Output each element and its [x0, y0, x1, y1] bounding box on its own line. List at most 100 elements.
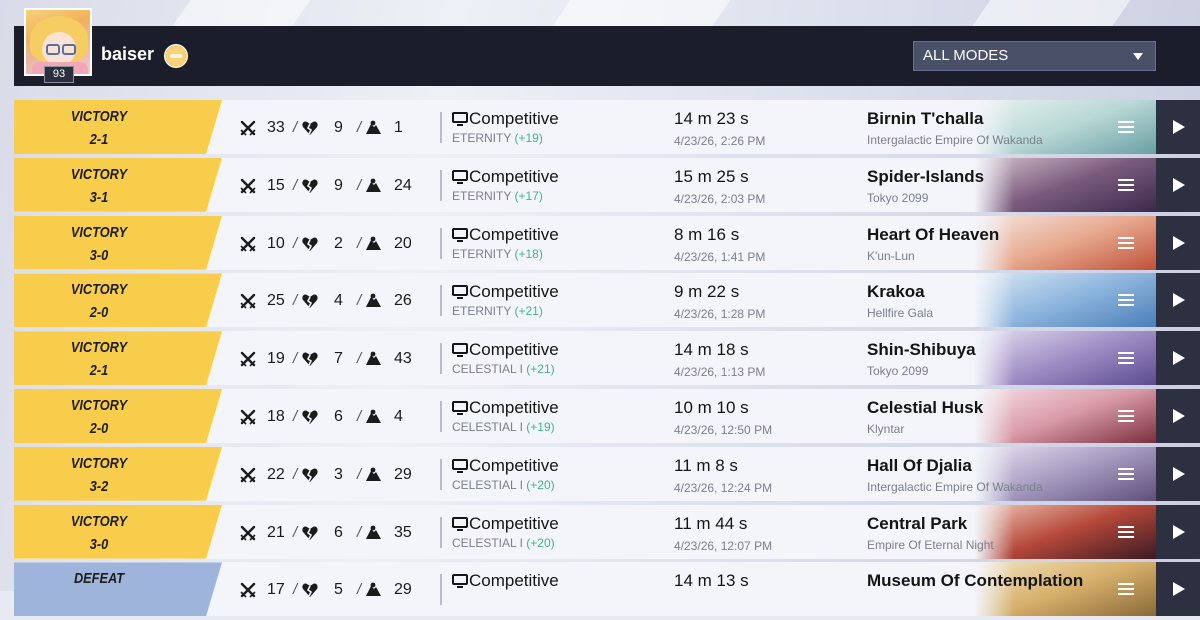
deaths-broken-heart-icon [301, 177, 319, 195]
play-replay-button[interactable] [1156, 446, 1200, 501]
monitor-icon [452, 400, 468, 416]
play-replay-button[interactable] [1156, 562, 1200, 617]
menu-icon[interactable] [1118, 409, 1134, 422]
match-row[interactable]: VICTORY 3-0 21 / 6 / 35 Competitive CELE… [14, 504, 1200, 559]
menu-icon[interactable] [1118, 121, 1134, 133]
kills-value: 22 [267, 465, 285, 483]
match-row[interactable]: VICTORY 3-0 10 / 2 / 20 Competitive ETER… [14, 215, 1200, 270]
menu-icon[interactable] [1118, 294, 1134, 307]
menu-icon[interactable] [1118, 525, 1134, 538]
match-rank: ETERNITY (+19) [452, 131, 543, 145]
column-divider [440, 400, 442, 432]
kills-value: 10 [267, 234, 285, 252]
kills-value: 33 [267, 119, 285, 136]
map-region: Tokyo 2099 [867, 364, 929, 379]
match-score: 2-1 [89, 131, 109, 148]
stat-separator: / [293, 350, 298, 368]
deaths-broken-heart-icon [301, 466, 319, 484]
match-duration: 14 m 18 s [674, 340, 749, 360]
map-region: Hellfire Gala [867, 306, 934, 321]
stat-separator: / [357, 407, 362, 425]
rank-delta: (+20) [526, 477, 555, 492]
play-replay-button[interactable] [1156, 100, 1200, 154]
match-result-label: VICTORY [70, 396, 128, 414]
match-row[interactable]: VICTORY 2-0 18 / 6 / 4 Competitive CELES… [14, 388, 1200, 443]
map-name: Hall Of Djalia [867, 455, 972, 475]
match-mode: Competitive [469, 340, 559, 360]
deaths-value: 2 [334, 234, 343, 252]
match-rank: ETERNITY (+18) [452, 247, 543, 261]
map-name: Krakoa [867, 282, 925, 302]
match-row[interactable]: VICTORY 2-0 25 / 4 / 26 Competitive ETER… [14, 273, 1200, 328]
kills-value: 15 [267, 176, 285, 194]
rank-tier: ETERNITY [452, 246, 512, 261]
deaths-broken-heart-icon [301, 235, 319, 253]
kills-value: 21 [267, 523, 285, 541]
match-row[interactable]: DEFEAT 17 / 5 / 29 Competitive 14 m 13 s… [14, 562, 1200, 617]
rank-tier: CELESTIAL I [452, 362, 523, 377]
map-name: Central Park [867, 513, 968, 533]
kills-crossed-swords-icon [239, 350, 257, 368]
stat-separator: / [293, 523, 298, 541]
map-region: K'un-Lun [867, 248, 915, 263]
rank-delta: (+19) [514, 131, 543, 145]
column-divider [440, 516, 442, 548]
map-name: Heart Of Heaven [867, 224, 1000, 244]
monitor-icon [452, 111, 468, 127]
deaths-value: 6 [334, 523, 343, 541]
rank-delta: (+20) [526, 535, 555, 550]
assists-icon [364, 466, 382, 484]
play-replay-button[interactable] [1156, 273, 1200, 328]
kills-value: 25 [267, 292, 285, 310]
match-score: 2-0 [89, 419, 109, 437]
match-mode: Competitive [469, 109, 559, 128]
menu-icon[interactable] [1118, 352, 1134, 365]
play-replay-button[interactable] [1156, 157, 1200, 212]
match-result-label: VICTORY [70, 454, 128, 472]
match-score: 2-0 [89, 304, 109, 322]
match-mode: Competitive [469, 571, 559, 591]
match-rank: ETERNITY (+17) [452, 189, 543, 203]
deaths-value: 6 [334, 407, 343, 425]
match-datetime: 4/23/26, 1:13 PM [674, 365, 766, 380]
assists-value: 29 [394, 581, 412, 599]
match-score: 3-1 [89, 188, 109, 206]
match-row[interactable]: VICTORY 2-1 19 / 7 / 43 Competitive CELE… [14, 331, 1200, 386]
menu-icon[interactable] [1118, 467, 1134, 480]
deaths-broken-heart-icon [301, 350, 319, 368]
match-result-banner: VICTORY 3-0 [14, 504, 222, 559]
match-mode: Competitive [469, 455, 559, 475]
avatar-glasses-left [46, 44, 60, 55]
play-replay-button[interactable] [1156, 388, 1200, 443]
match-row[interactable]: VICTORY 3-1 15 / 9 / 24 Competitive ETER… [14, 157, 1200, 212]
monitor-icon [452, 169, 468, 185]
play-replay-button[interactable] [1156, 331, 1200, 386]
rank-tier: ETERNITY [452, 304, 512, 319]
dropdown-caret-icon [1133, 53, 1143, 60]
play-replay-button[interactable] [1156, 504, 1200, 559]
map-name: Spider-Islands [867, 166, 985, 186]
menu-icon[interactable] [1118, 583, 1134, 596]
match-row[interactable]: VICTORY 2-1 33 / 9 / 1 Competitive ETERN… [14, 100, 1200, 154]
match-row[interactable]: VICTORY 3-2 22 / 3 / 29 Competitive CELE… [14, 446, 1200, 501]
stat-separator: / [293, 119, 298, 136]
rank-tier: CELESTIAL I [452, 419, 523, 434]
match-result-label: VICTORY [70, 108, 128, 125]
match-mode: Competitive [469, 397, 559, 417]
menu-icon[interactable] [1118, 236, 1134, 249]
match-rank: CELESTIAL I (+20) [452, 536, 555, 550]
play-replay-button[interactable] [1156, 215, 1200, 270]
kills-crossed-swords-icon [239, 581, 257, 599]
assists-icon [364, 350, 382, 368]
deaths-broken-heart-icon [301, 581, 319, 599]
match-result-banner: VICTORY 2-1 [14, 331, 222, 386]
column-divider [440, 227, 442, 259]
column-divider [440, 112, 442, 143]
deaths-value: 4 [334, 292, 343, 310]
menu-icon[interactable] [1118, 178, 1134, 191]
deaths-broken-heart-icon [301, 524, 319, 542]
game-mode-dropdown[interactable]: ALL MODES [913, 41, 1156, 71]
match-datetime: 4/23/26, 2:26 PM [674, 134, 766, 148]
map-name: Birnin T'challa [867, 109, 984, 128]
match-mode: Competitive [469, 282, 559, 302]
